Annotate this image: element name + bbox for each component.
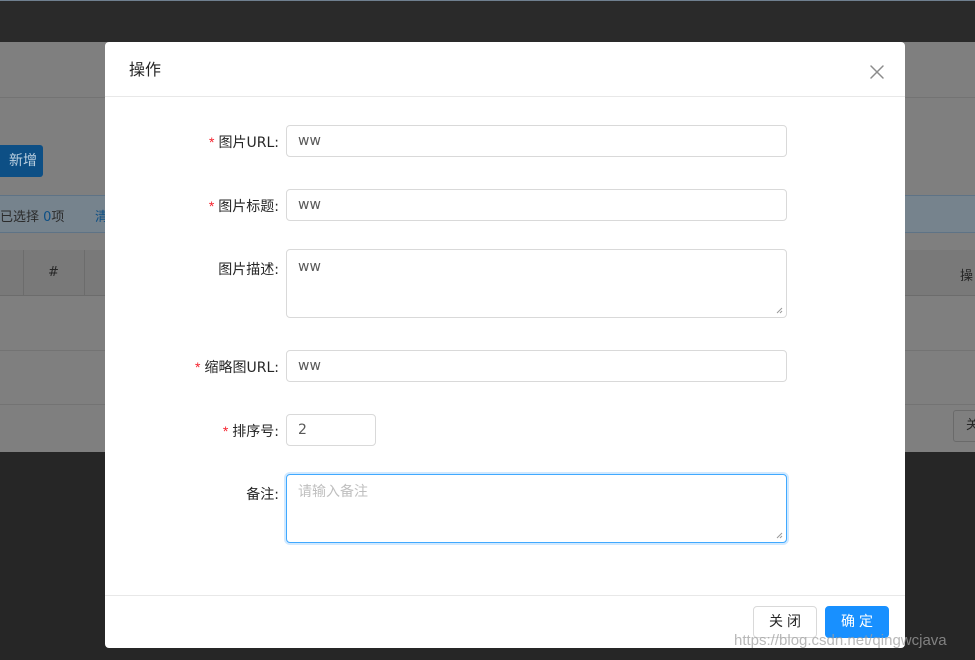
modal-title: 操作 bbox=[129, 60, 162, 79]
image-url-label-text: 图片URL: bbox=[218, 135, 280, 151]
remark-label-text: 备注: bbox=[246, 487, 279, 503]
thumbnail-url-label-text: 缩略图URL: bbox=[204, 360, 280, 376]
close-icon[interactable] bbox=[865, 60, 889, 84]
remark-label: 备注: bbox=[246, 485, 279, 505]
pagination-button[interactable]: 关 bbox=[953, 410, 975, 442]
image-title-input[interactable]: ww bbox=[286, 189, 787, 221]
edit-modal: 操作 * 图片URL: ww * 图片标题: ww 图片描述: ww * 缩略图URL… bbox=[105, 42, 905, 648]
column-divider bbox=[23, 250, 24, 296]
remark-placeholder: 请输入备注 bbox=[298, 484, 368, 500]
image-description-label-text: 图片描述: bbox=[218, 262, 279, 278]
add-button[interactable]: 新增 bbox=[0, 145, 43, 177]
remark-textarea[interactable]: 请输入备注 bbox=[286, 474, 787, 543]
resize-handle-icon[interactable] bbox=[775, 306, 783, 314]
required-mark: * bbox=[222, 423, 229, 439]
required-mark: * bbox=[208, 198, 215, 214]
required-mark: * bbox=[209, 134, 215, 150]
image-url-input[interactable]: ww bbox=[286, 125, 787, 157]
image-description-value: ww bbox=[298, 259, 321, 275]
table-header-actions: 操 bbox=[960, 269, 974, 284]
resize-handle-icon[interactable] bbox=[775, 531, 783, 539]
watermark: https://blog.csdn.net/qingwcjava bbox=[734, 632, 947, 649]
sort-number-input[interactable]: 2 bbox=[286, 414, 376, 446]
required-mark: * bbox=[195, 359, 201, 375]
top-navbar bbox=[0, 0, 975, 42]
selection-prefix: 已选择 bbox=[0, 210, 44, 225]
selection-suffix: 项 bbox=[51, 210, 65, 225]
column-divider bbox=[84, 250, 85, 296]
image-title-label: * 图片标题: bbox=[209, 196, 279, 217]
image-url-label: * 图片URL: bbox=[209, 132, 279, 153]
sort-number-label: * 排序号: bbox=[223, 421, 279, 442]
thumbnail-url-input[interactable]: ww bbox=[286, 350, 787, 382]
image-description-textarea[interactable]: ww bbox=[286, 249, 787, 318]
thumbnail-url-label: * 缩略图URL: bbox=[195, 357, 279, 378]
selection-alert-text: 已选择 0项 bbox=[0, 206, 64, 225]
image-title-label-text: 图片标题: bbox=[218, 199, 279, 215]
image-description-label: 图片描述: bbox=[218, 260, 279, 280]
sort-number-label-text: 排序号: bbox=[232, 424, 279, 440]
table-header-index: # bbox=[48, 265, 59, 280]
modal-header: 操作 bbox=[105, 42, 905, 97]
